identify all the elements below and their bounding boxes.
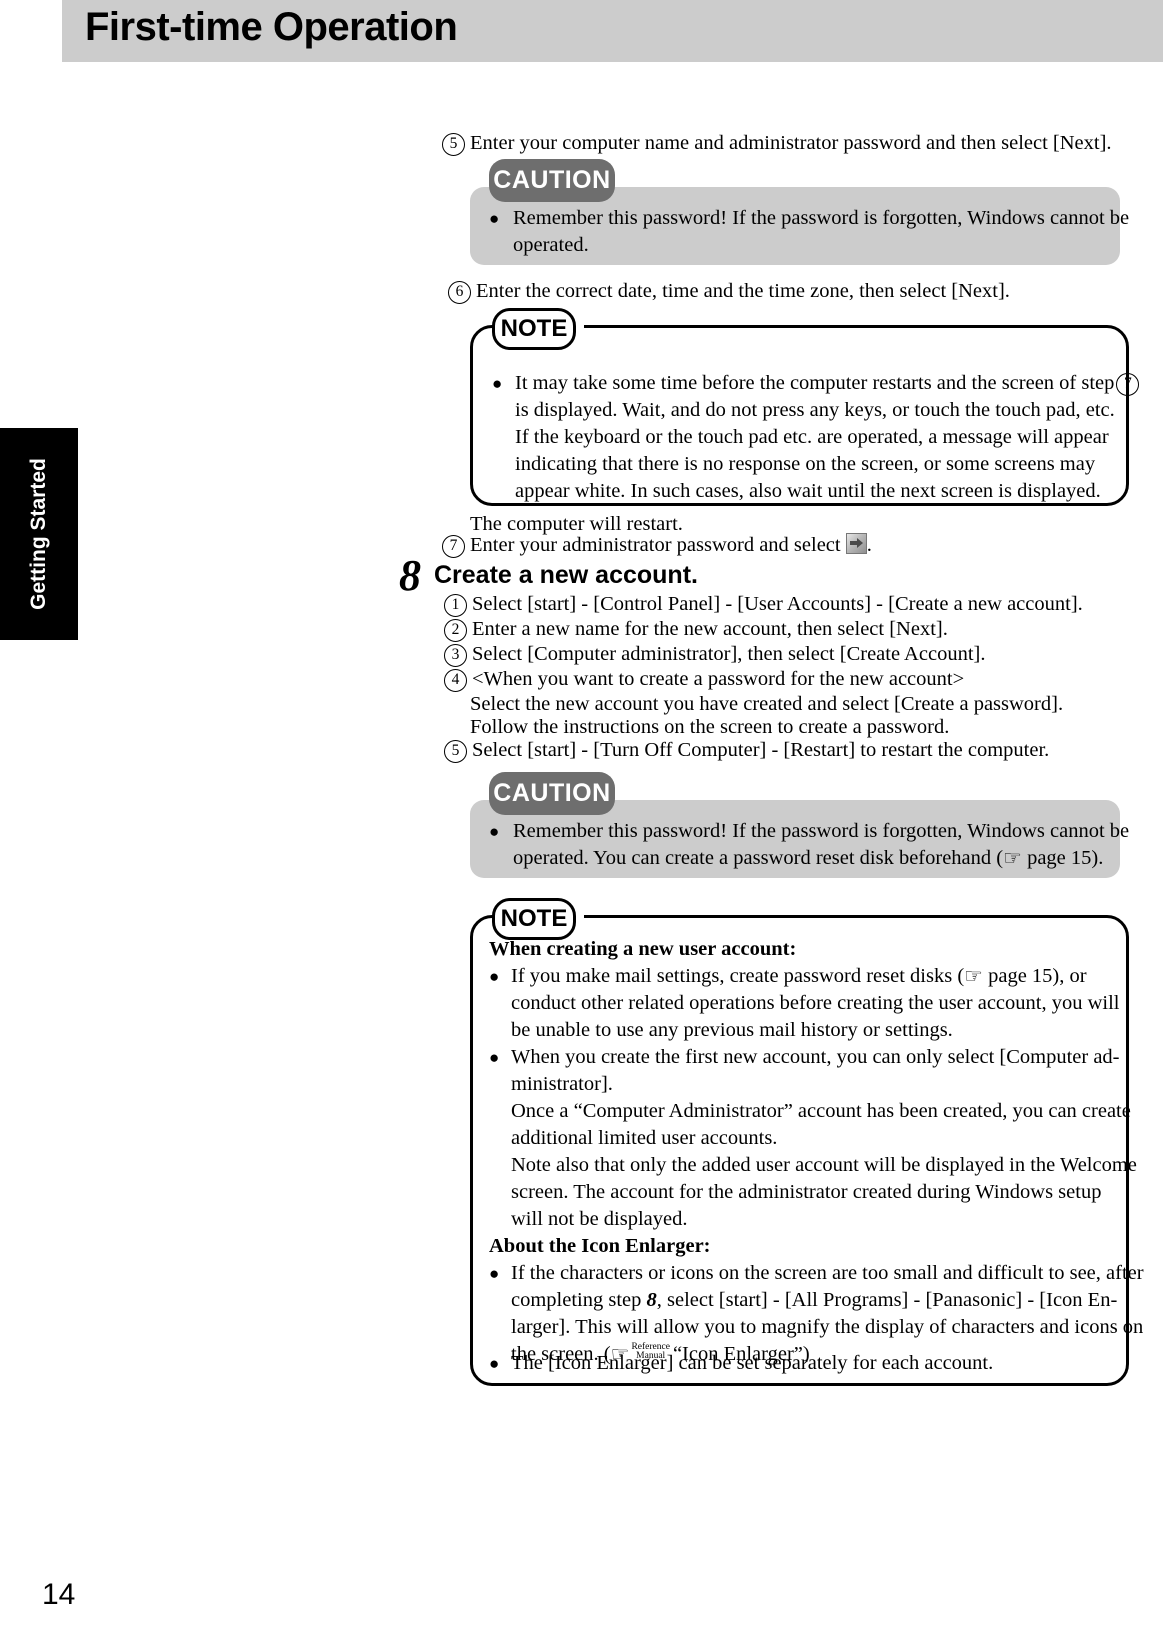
page-title: First-time Operation xyxy=(85,5,458,49)
section-8-item-2: 2 Enter a new name for the new account, t… xyxy=(444,616,948,643)
note-2-bullet-4: ● xyxy=(489,1354,500,1373)
step-7-text-after: . xyxy=(866,534,872,556)
note-2-bullet-2: ● xyxy=(489,1048,500,1067)
step-5-line: 5 Enter your computer name and administra… xyxy=(442,130,1112,157)
note-2-heading-2: About the Icon Enlarger: xyxy=(489,1235,711,1257)
caution-2-line-1: Remember this password! If the password … xyxy=(513,820,1130,842)
item-4-text-line-1: <When you want to create a password for … xyxy=(472,668,965,690)
note-label-2: NOTE xyxy=(492,898,576,940)
chapter-side-tab-label: Getting Started xyxy=(27,458,50,610)
step-7-line: 7 Enter your administrator password and s… xyxy=(442,532,872,559)
note-1-line-4: indicating that there is no response on … xyxy=(515,453,1096,475)
caution-2-bullet: ● xyxy=(489,822,500,841)
note-2-b1-line-3: be unable to use any previous mail histo… xyxy=(511,1019,953,1041)
note-2-b3-line-3: larger]. This will allow you to magnify … xyxy=(511,1316,1144,1338)
caution-2-line-2: operated. You can create a password rese… xyxy=(513,846,1104,870)
caution-1-line-1: Remember this password! If the password … xyxy=(513,207,1130,229)
step-number-6: 6 xyxy=(448,281,471,304)
step-6-line: 6 Enter the correct date, time and the ti… xyxy=(448,278,1010,305)
item-number-2: 2 xyxy=(444,619,467,642)
item-number-5: 5 xyxy=(444,740,467,763)
step-5-text: Enter your computer name and administrat… xyxy=(470,132,1112,154)
note-2-b2-line-7: will not be displayed. xyxy=(511,1208,688,1230)
step-7-text-before: Enter your administrator password and se… xyxy=(470,534,841,556)
section-8-item-4: 4 <When you want to create a password for… xyxy=(444,666,964,693)
note-label-1: NOTE xyxy=(492,308,576,350)
item-1-text: Select [start] - [Control Panel] - [User… xyxy=(472,593,1083,615)
note-2-heading-1: When creating a new user account: xyxy=(489,938,797,960)
note-2-b2-line-4: additional limited user accounts. xyxy=(511,1127,778,1149)
item-3-text: Select [Computer administrator], then se… xyxy=(472,643,986,665)
section-8-title: Create a new account. xyxy=(434,561,698,589)
note-2-b2-line-5: Note also that only the added user accou… xyxy=(511,1154,1137,1176)
step-number-7: 7 xyxy=(442,535,465,558)
item-5-text: Select [start] - [Turn Off Computer] - [… xyxy=(472,739,1050,761)
caution-1-bullet: ● xyxy=(489,209,500,228)
note-2-b1-line-2: conduct other related operations before … xyxy=(511,992,1120,1014)
section-8-item-1: 1 Select [start] - [Control Panel] - [Use… xyxy=(444,591,1083,618)
inline-step-8-ref: 8 xyxy=(646,1289,657,1311)
note-2-b2-line-1: When you create the first new account, y… xyxy=(511,1046,1120,1068)
item-number-3: 3 xyxy=(444,644,467,667)
header-corner-notch xyxy=(0,0,62,62)
step-6-text: Enter the correct date, time and the tim… xyxy=(476,280,1010,302)
item-number-1: 1 xyxy=(444,594,467,617)
note-2-b2-line-6: screen. The account for the administrato… xyxy=(511,1181,1102,1203)
note-2-b3-line-1: If the characters or icons on the screen… xyxy=(511,1262,1144,1284)
section-8-item-3: 3 Select [Computer administrator], then s… xyxy=(444,641,985,668)
note-2-b4-line-1: The [Icon Enlarger] can be set separatel… xyxy=(511,1352,994,1374)
note-2-b2-line-3: Once a “Computer Administrator” account … xyxy=(511,1100,1131,1122)
note-2-bullet-1: ● xyxy=(489,967,500,986)
page-ref-hand-icon: ☞ xyxy=(1003,846,1022,870)
caution-1-line-2: operated. xyxy=(513,234,589,256)
note-1-line-2: is displayed. Wait, and do not press any… xyxy=(515,399,1115,421)
note-2-b2-line-2: ministrator]. xyxy=(511,1073,613,1095)
step-number-5: 5 xyxy=(442,133,465,156)
caution-label-2: CAUTION xyxy=(489,772,615,815)
inline-step-ref-7: 7 xyxy=(1116,373,1140,396)
note-1-line-1: It may take some time before the compute… xyxy=(515,370,1140,397)
chapter-side-tab: Getting Started xyxy=(0,428,78,640)
section-8-number: 8 xyxy=(399,551,421,600)
section-8-item-5: 5 Select [start] - [Turn Off Computer] - … xyxy=(444,737,1049,764)
note-2-b3-line-2: completing step 8, select [start] - [All… xyxy=(511,1289,1118,1311)
note-1-line-3: If the keyboard or the touch pad etc. ar… xyxy=(515,426,1109,448)
note-2-bullet-3: ● xyxy=(489,1264,500,1283)
note-1-bullet: ● xyxy=(492,374,503,393)
note-2-b1-line-1: If you make mail settings, create passwo… xyxy=(511,964,1087,988)
item-number-4: 4 xyxy=(444,669,467,692)
item-2-text: Enter a new name for the new account, th… xyxy=(472,618,948,640)
arrow-right-button-icon[interactable] xyxy=(845,533,867,554)
caution-label-1: CAUTION xyxy=(489,159,615,202)
page-number: 14 xyxy=(42,1578,76,1611)
note-1-line-5: appear white. In such cases, also wait u… xyxy=(515,480,1101,502)
page-ref-hand-icon: ☞ xyxy=(964,964,983,988)
